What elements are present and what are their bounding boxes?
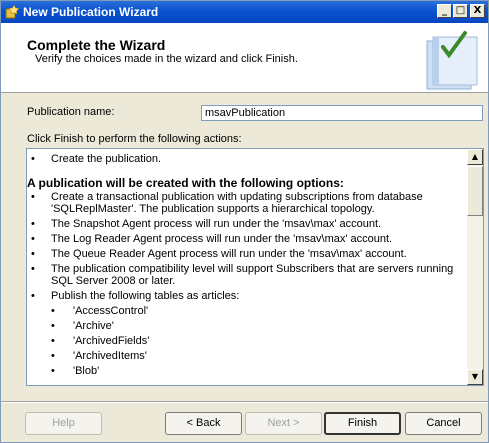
article-item: • 'Blob' bbox=[27, 365, 467, 377]
vertical-scrollbar[interactable]: ▲ ▼ bbox=[467, 149, 483, 385]
bullet-icon: • bbox=[31, 233, 35, 245]
action-item: • The Snapshot Agent process will run und… bbox=[27, 218, 467, 230]
action-text: Create the publication. bbox=[51, 153, 162, 165]
bullet-icon: • bbox=[51, 350, 55, 362]
action-item: • The Queue Reader Agent process will run… bbox=[27, 248, 467, 260]
title-bar[interactable]: New Publication Wizard _ □ X bbox=[1, 1, 488, 23]
action-text: 'AccessControl' bbox=[73, 305, 149, 317]
action-item: • Create the publication. bbox=[27, 153, 467, 165]
publication-name-field[interactable] bbox=[201, 105, 483, 121]
page-subtitle: Verify the choices made in the wizard an… bbox=[35, 53, 298, 65]
action-text: The Log Reader Agent process will run un… bbox=[51, 233, 393, 245]
article-item: • 'Archive' bbox=[27, 320, 467, 332]
bullet-icon: • bbox=[51, 335, 55, 347]
maximize-button[interactable]: □ bbox=[453, 4, 468, 18]
wizard-app-icon bbox=[5, 5, 19, 19]
article-item: • 'AccessControl' bbox=[27, 305, 467, 317]
minimize-button[interactable]: _ bbox=[437, 4, 452, 18]
bullet-icon: • bbox=[31, 191, 35, 203]
bullet-icon: • bbox=[51, 365, 55, 377]
action-text: The Snapshot Agent process will run unde… bbox=[51, 218, 382, 230]
page-title: Complete the Wizard bbox=[27, 37, 166, 53]
scroll-up-button[interactable]: ▲ bbox=[467, 149, 483, 165]
action-text: The publication compatibility level will… bbox=[51, 263, 454, 287]
window-title: New Publication Wizard bbox=[23, 5, 159, 19]
actions-list[interactable]: • Create the publication. A publication wi… bbox=[26, 148, 484, 386]
action-text: 'ArchivedFields' bbox=[73, 335, 150, 347]
scroll-down-button[interactable]: ▼ bbox=[467, 369, 483, 385]
help-button[interactable]: Help bbox=[25, 412, 102, 435]
back-button[interactable]: < Back bbox=[165, 412, 242, 435]
article-item: • 'ArchivedItems' bbox=[27, 350, 467, 362]
publication-name-label: Publication name: bbox=[27, 106, 115, 118]
action-text: 'Blob' bbox=[73, 365, 100, 377]
wizard-header: Complete the Wizard Verify the choices m… bbox=[1, 23, 488, 93]
bullet-icon: • bbox=[51, 305, 55, 317]
action-text: Publish the following tables as articles… bbox=[51, 290, 240, 302]
cancel-button[interactable]: Cancel bbox=[405, 412, 482, 435]
action-item: • Publish the following tables as article… bbox=[27, 290, 467, 302]
article-item: • 'ArchivedFields' bbox=[27, 335, 467, 347]
actions-label: Click Finish to perform the following ac… bbox=[27, 133, 242, 145]
action-text: 'ArchivedItems' bbox=[73, 350, 147, 362]
bullet-icon: • bbox=[31, 290, 35, 302]
bullet-icon: • bbox=[51, 320, 55, 332]
action-text: The Queue Reader Agent process will run … bbox=[51, 248, 407, 260]
finish-button[interactable]: Finish bbox=[324, 412, 401, 435]
wizard-checklist-book-icon bbox=[426, 31, 478, 90]
wizard-window: New Publication Wizard _ □ X Complete th… bbox=[0, 0, 489, 443]
footer-divider bbox=[1, 401, 488, 403]
action-item: • The publication compatibility level wil… bbox=[27, 263, 467, 287]
action-text: 'Archive' bbox=[73, 320, 114, 332]
action-text: A publication will be created with the f… bbox=[27, 176, 344, 190]
bullet-icon: • bbox=[31, 218, 35, 230]
actions-heading: A publication will be created with the f… bbox=[27, 177, 467, 189]
action-item: • Create a transactional publication with… bbox=[27, 191, 467, 215]
action-text: Create a transactional publication with … bbox=[51, 191, 423, 215]
bullet-icon: • bbox=[31, 153, 35, 165]
bullet-icon: • bbox=[31, 263, 35, 275]
bullet-icon: • bbox=[31, 248, 35, 260]
close-button[interactable]: X bbox=[470, 4, 485, 18]
next-button[interactable]: Next > bbox=[245, 412, 322, 435]
actions-content: • Create the publication. A publication wi… bbox=[27, 149, 467, 377]
action-item: • The Log Reader Agent process will run u… bbox=[27, 233, 467, 245]
scroll-thumb[interactable] bbox=[467, 166, 483, 216]
